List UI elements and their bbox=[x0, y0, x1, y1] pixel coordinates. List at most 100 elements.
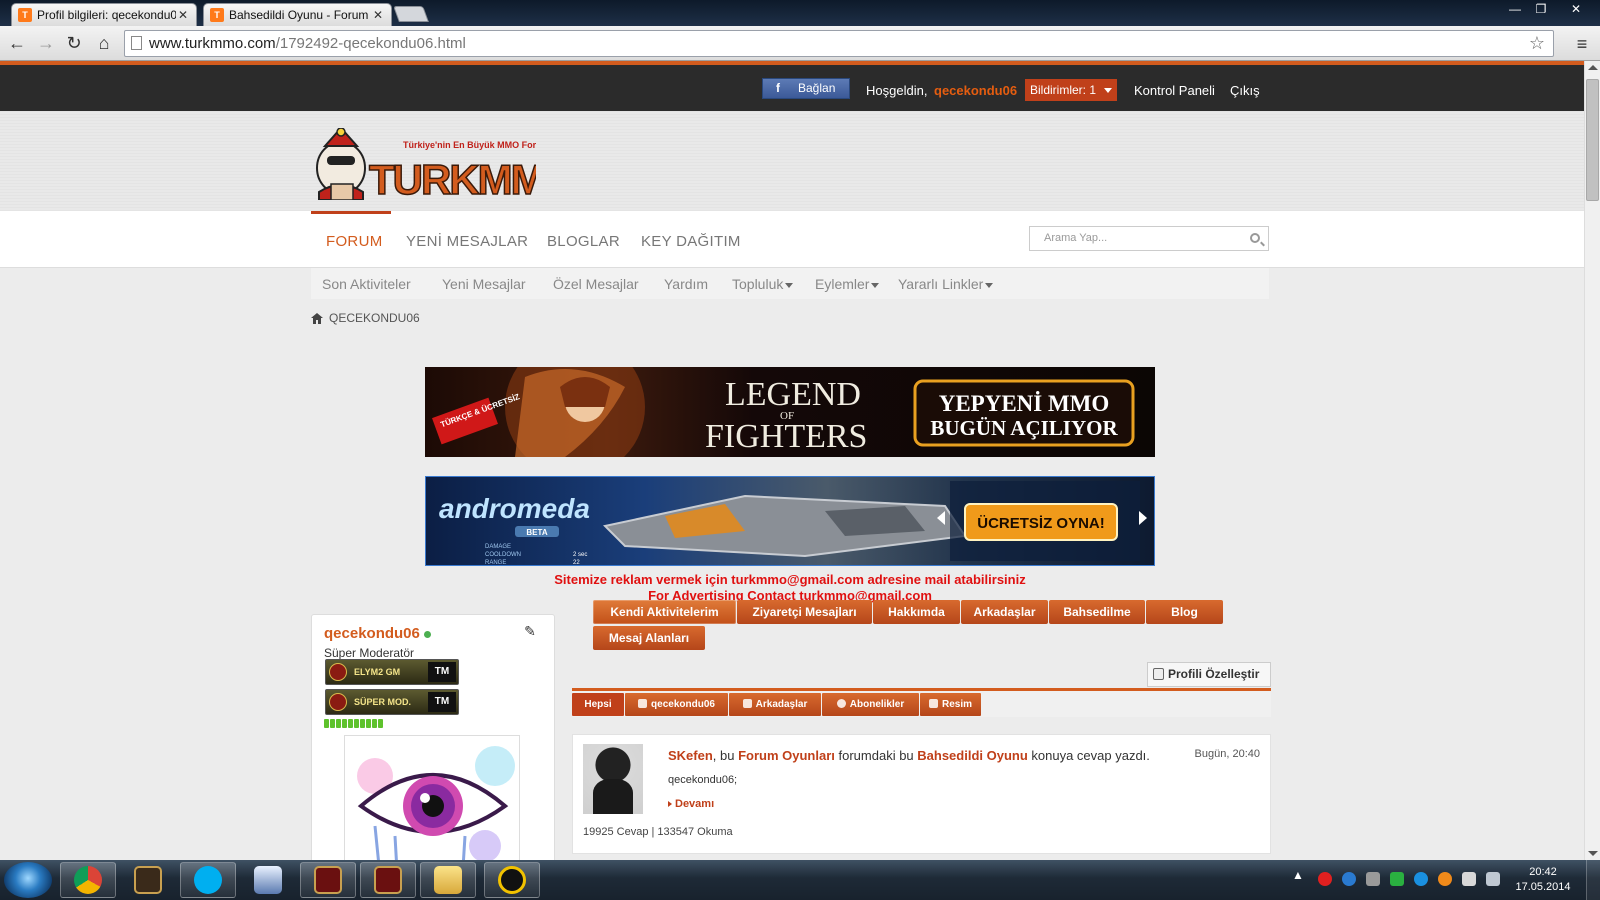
scroll-up-arrow-icon[interactable] bbox=[1588, 65, 1598, 70]
tray-red-icon[interactable] bbox=[1318, 872, 1332, 886]
turkmmo-logo[interactable]: Türkiye'nin En Büyük MMO Forumu TURKMMO bbox=[311, 128, 536, 200]
subnav-label: Eylemler bbox=[815, 276, 870, 292]
search-icon[interactable] bbox=[1250, 233, 1260, 243]
filter-subscriptions[interactable]: Abonelikler bbox=[822, 693, 919, 716]
profile-sidebar-card: qecekondu06 ✎ Süper Moderatör ELYM2 GM T… bbox=[311, 614, 555, 860]
tray-show-hidden-icon[interactable]: ▲ bbox=[1292, 868, 1304, 882]
tab-message-areas[interactable]: Mesaj Alanları bbox=[593, 626, 705, 650]
tab-mentions[interactable]: Bahsedilme bbox=[1049, 600, 1145, 624]
welcome-text: Hoşgeldin, bbox=[866, 83, 928, 98]
nav-blogs[interactable]: BLOGLAR bbox=[547, 233, 620, 250]
new-tab-button[interactable] bbox=[393, 6, 429, 22]
legend-of-fighters-banner[interactable]: TÜRKÇE & ÜCRETSİZ LEGEND OF FIGHTERS YEP… bbox=[425, 367, 1155, 457]
activity-filter-bar: Hepsi qecekondu06 Arkadaşlar Abonelikler… bbox=[572, 688, 1271, 717]
search-input[interactable]: Arama Yap... bbox=[1029, 226, 1269, 251]
tray-blue-icon[interactable] bbox=[1342, 872, 1356, 886]
tray-archive-icon[interactable] bbox=[1366, 872, 1380, 886]
window-minimize-button[interactable]: — bbox=[1502, 0, 1528, 18]
profile-avatar[interactable] bbox=[344, 735, 520, 860]
subnav-help[interactable]: Yardım bbox=[664, 276, 708, 292]
facebook-connect-button[interactable]: f Bağlan bbox=[762, 78, 850, 99]
window-maximize-button[interactable]: ❐ bbox=[1528, 0, 1554, 18]
tray-sync-icon[interactable] bbox=[1414, 872, 1428, 886]
rank-label: ELYM2 GM bbox=[354, 667, 401, 677]
scroll-down-arrow-icon[interactable] bbox=[1588, 851, 1598, 856]
andromeda-banner[interactable]: andromeda BETA DAMAGE COOLDOWN RANGE 2 s… bbox=[425, 476, 1155, 566]
page-scrollbar[interactable] bbox=[1584, 61, 1600, 860]
back-arrow-icon[interactable]: ← bbox=[5, 32, 29, 54]
tab-close-icon[interactable]: ✕ bbox=[371, 8, 385, 22]
filter-images[interactable]: Resim bbox=[920, 693, 981, 716]
show-desktop-button[interactable] bbox=[1586, 860, 1600, 900]
chevron-down-icon bbox=[1104, 88, 1112, 93]
tab-friends[interactable]: Arkadaşlar bbox=[961, 600, 1048, 624]
tray-orange-icon[interactable] bbox=[1438, 872, 1452, 886]
nav-new-messages[interactable]: YENİ MESAJLAR bbox=[406, 233, 528, 250]
reputation-bar bbox=[324, 719, 383, 728]
reputation-pip bbox=[372, 719, 377, 728]
dv-app-icon bbox=[134, 866, 162, 894]
reload-icon[interactable]: ↻ bbox=[62, 32, 86, 54]
filter-all[interactable]: Hepsi bbox=[572, 693, 624, 716]
subnav-actions[interactable]: Eylemler bbox=[815, 276, 880, 292]
tab-close-icon[interactable]: ✕ bbox=[176, 8, 190, 22]
notifications-dropdown[interactable]: Bildirimler: 1 bbox=[1025, 79, 1117, 101]
scroll-thumb[interactable] bbox=[1586, 79, 1599, 201]
banner2-stat-cooldown-value: 2 sec bbox=[573, 552, 587, 558]
bookmark-star-icon[interactable]: ☆ bbox=[1529, 31, 1545, 56]
window-close-button[interactable]: ✕ bbox=[1556, 0, 1596, 18]
filter-friends[interactable]: Arkadaşlar bbox=[729, 693, 821, 716]
tab-my-activities[interactable]: Kendi Aktivitelerim bbox=[593, 600, 736, 624]
address-bar[interactable]: www.turkmmo.com/1792492-qecekondu06.html… bbox=[124, 30, 1554, 57]
subnav-new-messages[interactable]: Yeni Mesajlar bbox=[442, 276, 526, 292]
customize-profile-button[interactable]: Profili Özelleştir bbox=[1147, 662, 1271, 687]
volume-icon[interactable] bbox=[1462, 872, 1476, 886]
control-panel-link[interactable]: Kontrol Paneli bbox=[1134, 83, 1215, 98]
advertising-notice-tr: Sitemize reklam vermek için turkmmo@gmai… bbox=[554, 572, 1026, 587]
tab-visitor-messages[interactable]: Ziyaretçi Mesajları bbox=[737, 600, 872, 624]
nav-forum[interactable]: FORUM bbox=[326, 233, 383, 250]
subnav-recent-activity[interactable]: Son Aktiviteler bbox=[322, 276, 411, 292]
forward-arrow-icon[interactable]: → bbox=[34, 32, 58, 54]
browser-menu-icon[interactable]: ≡ bbox=[1572, 34, 1592, 54]
tray-green-icon[interactable] bbox=[1390, 872, 1404, 886]
network-icon[interactable] bbox=[1486, 872, 1500, 886]
browser-tab-bahsedildi[interactable]: T Bahsedildi Oyunu - Forum Oyunları ✕ bbox=[203, 3, 392, 26]
taskbar-explorer[interactable] bbox=[420, 862, 476, 898]
taskbar-app-dv[interactable] bbox=[120, 862, 176, 898]
logout-link[interactable]: Çıkış bbox=[1230, 83, 1260, 98]
filter-self[interactable]: qecekondu06 bbox=[625, 693, 728, 716]
taskbar-game-2[interactable] bbox=[360, 862, 416, 898]
tab-blog[interactable]: Blog bbox=[1146, 600, 1223, 624]
activity-thread-link[interactable]: Bahsedildi Oyunu bbox=[917, 748, 1028, 763]
taskbar-app-k[interactable] bbox=[240, 862, 296, 898]
activity-forum-link[interactable]: Forum Oyunları bbox=[738, 748, 835, 763]
nav-key-distribution[interactable]: KEY DAĞITIM bbox=[641, 233, 741, 250]
reputation-pip bbox=[330, 719, 335, 728]
activity-user-link[interactable]: SKefen bbox=[668, 748, 713, 763]
banner2-stat-range-value: 22 bbox=[573, 560, 580, 566]
read-more-link[interactable]: Devamı bbox=[668, 798, 714, 810]
subnav-community[interactable]: Topluluk bbox=[732, 276, 794, 292]
current-username-link[interactable]: qecekondu06 bbox=[934, 83, 1017, 98]
windows-start-button[interactable] bbox=[4, 862, 52, 898]
taskbar-app-triangle[interactable] bbox=[484, 862, 540, 898]
browser-tab-profile[interactable]: T Profil bilgileri: qecekondu06 ✕ bbox=[11, 3, 197, 26]
home-icon[interactable]: ⌂ bbox=[92, 32, 116, 54]
taskbar-chrome[interactable] bbox=[60, 862, 116, 898]
home-icon[interactable] bbox=[311, 313, 323, 325]
taskbar-skype[interactable] bbox=[180, 862, 236, 898]
taskbar-game-1[interactable] bbox=[300, 862, 356, 898]
chevron-down-icon bbox=[985, 282, 994, 288]
subnav-private-messages[interactable]: Özel Mesajlar bbox=[553, 276, 639, 292]
subnav-useful-links[interactable]: Yararlı Linkler bbox=[898, 276, 994, 292]
activity-user-avatar[interactable] bbox=[583, 744, 643, 814]
notifications-label: Bildirimler: 1 bbox=[1030, 83, 1097, 97]
page-icon bbox=[131, 36, 142, 50]
tab-about[interactable]: Hakkımda bbox=[873, 600, 960, 624]
reputation-pip bbox=[348, 719, 353, 728]
page-viewport: f Bağlan Hoşgeldin, qecekondu06 Bildiriml… bbox=[0, 61, 1584, 860]
edit-pencil-icon[interactable]: ✎ bbox=[521, 623, 539, 641]
system-clock[interactable]: 20:42 17.05.2014 bbox=[1508, 865, 1578, 895]
browser-toolbar: ← → ↻ ⌂ www.turkmmo.com/1792492-qecekond… bbox=[0, 26, 1600, 61]
